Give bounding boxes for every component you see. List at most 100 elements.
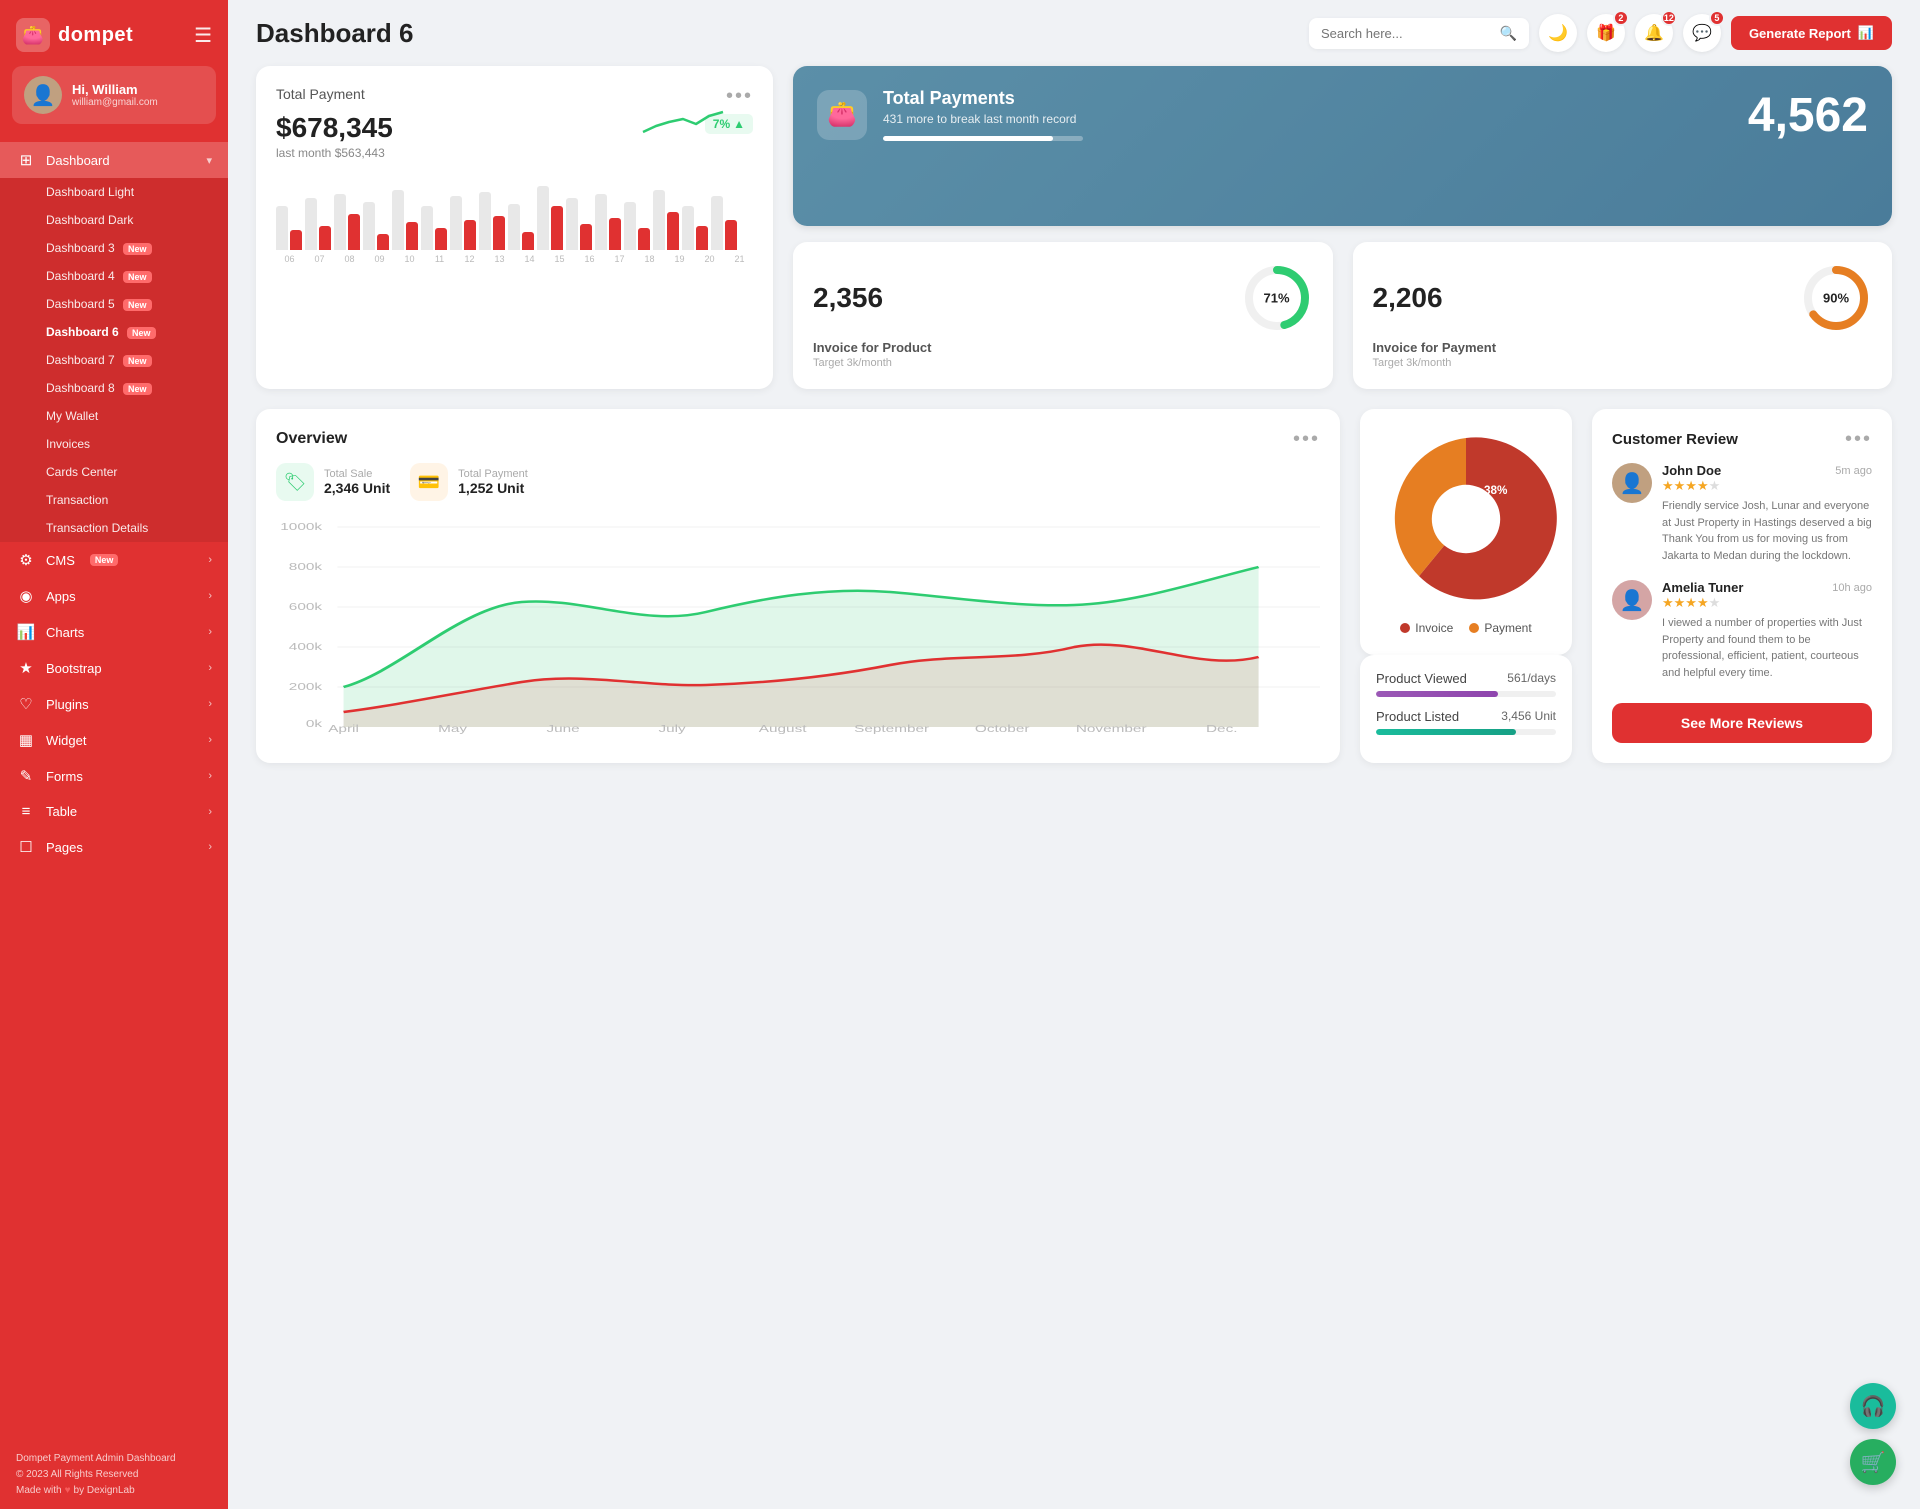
header-right: 🔍 🌙 🎁 2 🔔 12 💬 5 Generate Report 📊 — [1309, 14, 1892, 52]
bar-chart: 06070809101112131415161718192021 — [276, 170, 753, 264]
pie-product-column: 62% 38% Invoice Payment — [1360, 409, 1572, 763]
svg-text:July: July — [658, 723, 686, 735]
chevron-right-icon: › — [208, 554, 212, 566]
sidebar-item-charts[interactable]: 📊 Charts › — [0, 614, 228, 650]
sidebar-item-apps[interactable]: ◉ Apps › — [0, 578, 228, 614]
gray-bar — [653, 190, 665, 250]
product-viewed-stat: Product Viewed 561/days — [1376, 671, 1556, 697]
gift-badge: 2 — [1613, 10, 1629, 26]
search-box[interactable]: 🔍 — [1309, 18, 1529, 49]
logo-icon: 👛 — [16, 18, 50, 52]
sub-dashboard-6[interactable]: Dashboard 6 New — [0, 318, 228, 346]
gray-bar — [595, 194, 607, 250]
chevron-right-icon: › — [208, 734, 212, 746]
card-menu-dots[interactable]: ••• — [726, 86, 753, 106]
widget-label: Widget — [46, 733, 86, 748]
gray-bar — [479, 192, 491, 250]
sub-dashboard-5[interactable]: Dashboard 5 New — [0, 290, 228, 318]
reviewer-1-time: 5m ago — [1835, 465, 1872, 477]
sub-dashboard-8[interactable]: Dashboard 8 New — [0, 374, 228, 402]
invoice-cards-row: 2,356 71% Invoice for Product Target 3k/… — [793, 242, 1892, 389]
tp-sub: 431 more to break last month record — [883, 112, 1083, 126]
pie-card: 62% 38% Invoice Payment — [1360, 409, 1572, 655]
area-chart: 1000k 800k 600k 400k 200k 0k April — [276, 517, 1320, 717]
sub-dashboard-dark[interactable]: Dashboard Dark — [0, 206, 228, 234]
sub-dashboard-4[interactable]: Dashboard 4 New — [0, 262, 228, 290]
gray-bar — [508, 204, 520, 250]
sub-dashboard-light[interactable]: Dashboard Light — [0, 178, 228, 206]
messages-button[interactable]: 💬 5 — [1683, 14, 1721, 52]
bar-group — [305, 198, 331, 250]
support-floating-button[interactable]: 🎧 — [1850, 1383, 1896, 1429]
cart-floating-button[interactable]: 🛒 — [1850, 1439, 1896, 1485]
bar-group — [624, 202, 650, 250]
dashboard-icon: ⊞ — [16, 151, 36, 169]
chevron-right-icon: › — [208, 662, 212, 674]
sidebar-item-forms[interactable]: ✎ Forms › — [0, 758, 228, 794]
floating-buttons: 🎧 🛒 — [1850, 1383, 1896, 1485]
sidebar-nav: ⊞ Dashboard ▾ Dashboard Light Dashboard … — [0, 138, 228, 869]
sidebar-item-widget[interactable]: ▦ Widget › — [0, 722, 228, 758]
plugins-icon: ♡ — [16, 695, 36, 713]
reviewer-1-name: John Doe — [1662, 463, 1721, 478]
payment-legend-label: Payment — [1484, 621, 1531, 635]
svg-text:600k: 600k — [289, 601, 323, 613]
notification-badge: 12 — [1661, 10, 1677, 26]
generate-report-button[interactable]: Generate Report 📊 — [1731, 16, 1892, 50]
bootstrap-label: Bootstrap — [46, 661, 102, 676]
sidebar-item-plugins[interactable]: ♡ Plugins › — [0, 686, 228, 722]
hamburger-icon[interactable]: ☰ — [194, 23, 212, 48]
heart-icon: ♥ — [65, 1483, 71, 1499]
bar-group — [653, 190, 679, 250]
plugins-label: Plugins — [46, 697, 89, 712]
red-bar — [406, 222, 418, 250]
sub-my-wallet[interactable]: My Wallet — [0, 402, 228, 430]
sidebar-logo: 👛 dompet ☰ — [0, 0, 228, 66]
svg-text:38%: 38% — [1484, 484, 1508, 497]
sub-cards-center[interactable]: Cards Center — [0, 458, 228, 486]
overview-menu-dots[interactable]: ••• — [1293, 429, 1320, 449]
inv-payment-label: Invoice for Payment — [1373, 340, 1873, 355]
invoice-product-card: 2,356 71% Invoice for Product Target 3k/… — [793, 242, 1333, 389]
tp-value: 4,562 — [1748, 88, 1868, 143]
reviewer-2-stars: ★★★★★ — [1662, 595, 1872, 611]
svg-text:200k: 200k — [289, 681, 323, 693]
sub-dashboard-3[interactable]: Dashboard 3 New — [0, 234, 228, 262]
sidebar-item-cms[interactable]: ⚙ CMS New › — [0, 542, 228, 578]
chevron-down-icon: ▾ — [206, 154, 212, 167]
sidebar-user[interactable]: 👤 Hi, William william@gmail.com — [12, 66, 216, 124]
sidebar-item-dashboard[interactable]: ⊞ Dashboard ▾ — [0, 142, 228, 178]
gift-button[interactable]: 🎁 2 — [1587, 14, 1625, 52]
total-payment-stat: 💳 Total Payment 1,252 Unit — [410, 463, 528, 501]
bar-group — [392, 190, 418, 250]
sidebar-item-table[interactable]: ≡ Table › — [0, 794, 228, 829]
notification-button[interactable]: 🔔 12 — [1635, 14, 1673, 52]
dashboard-label: Dashboard — [46, 153, 110, 168]
bar-group — [711, 196, 737, 250]
sidebar-item-bootstrap[interactable]: ★ Bootstrap › — [0, 650, 228, 686]
red-bar — [493, 216, 505, 250]
review-dots[interactable]: ••• — [1845, 429, 1872, 449]
sub-dashboard-7[interactable]: Dashboard 7 New — [0, 346, 228, 374]
sub-transaction-details[interactable]: Transaction Details — [0, 514, 228, 542]
cms-icon: ⚙ — [16, 551, 36, 569]
cms-badge: New — [90, 554, 119, 566]
x-axis-label: 08 — [336, 254, 363, 264]
svg-text:800k: 800k — [289, 561, 323, 573]
overview-stats: 🏷 Total Sale 2,346 Unit 💳 Total Payment … — [276, 463, 1320, 501]
invoice-payment-card: 2,206 90% Invoice for Payment Target 3k/… — [1353, 242, 1893, 389]
bar-group — [566, 198, 592, 250]
total-sale-stat: 🏷 Total Sale 2,346 Unit — [276, 463, 390, 501]
sub-transaction[interactable]: Transaction — [0, 486, 228, 514]
viewed-progress — [1376, 691, 1556, 697]
inv-product-donut: 71% — [1241, 262, 1313, 334]
total-payments-blue-card: 👛 Total Payments 431 more to break last … — [793, 66, 1892, 226]
sidebar-item-pages[interactable]: ☐ Pages › — [0, 829, 228, 865]
theme-toggle-button[interactable]: 🌙 — [1539, 14, 1577, 52]
sub-invoices[interactable]: Invoices — [0, 430, 228, 458]
red-bar — [667, 212, 679, 250]
x-axis-label: 09 — [366, 254, 393, 264]
see-more-reviews-button[interactable]: See More Reviews — [1612, 703, 1872, 743]
search-input[interactable] — [1321, 26, 1494, 41]
payment-icon: 💳 — [410, 463, 448, 501]
